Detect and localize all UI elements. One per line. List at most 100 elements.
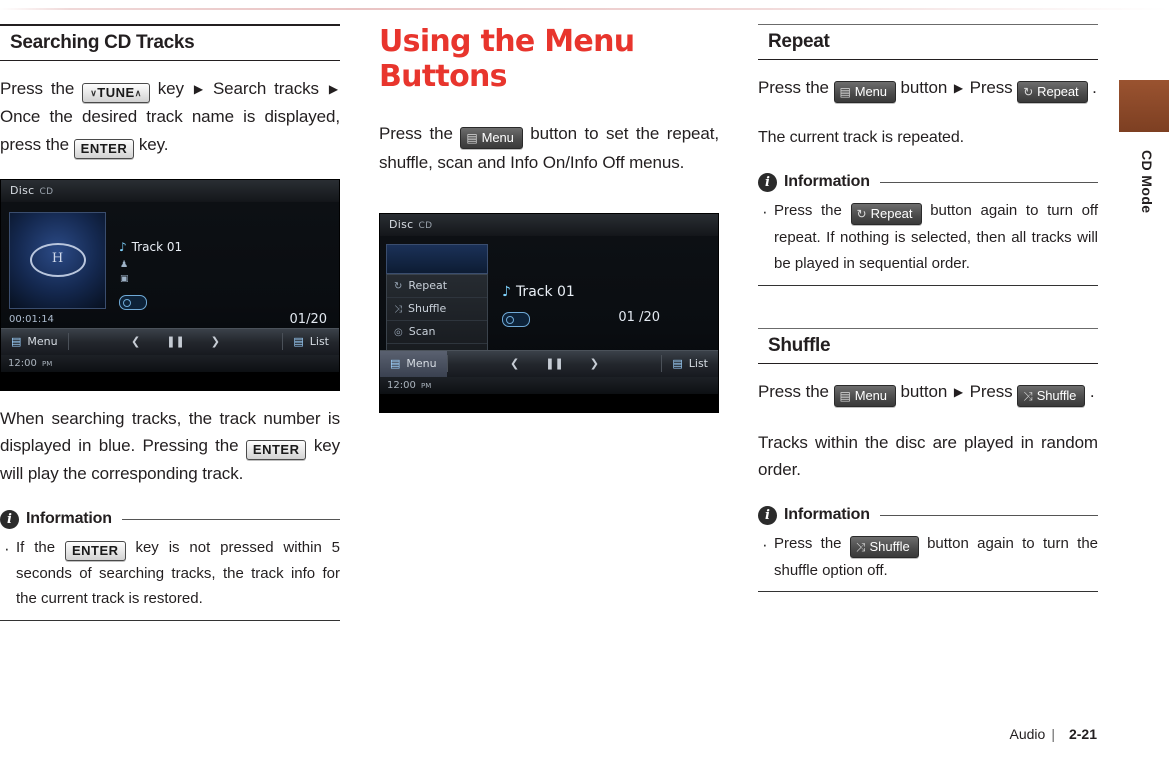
menu-item-label: Shuffle bbox=[408, 301, 447, 315]
text-search-tracks: Search tracks bbox=[212, 79, 319, 98]
information-bullets: If the ENTER key is not pressed within 5… bbox=[0, 534, 340, 613]
track-name: Track 01 bbox=[131, 239, 183, 254]
repeat-icon: ↻ bbox=[1023, 85, 1034, 99]
info-icon: i bbox=[758, 172, 777, 192]
tune-label: TUNE bbox=[97, 85, 135, 100]
paragraph-repeat-result: The current track is repeated. bbox=[758, 129, 964, 146]
shuffle-button-chip[interactable]: ⤨ Shuffle bbox=[1017, 384, 1086, 407]
menu-button-chip[interactable]: ▤ Menu bbox=[460, 127, 523, 149]
clock-time: 12:00 bbox=[8, 357, 37, 369]
screen-stage: ↻Repeat ⤨Shuffle ◎Scan ▯Info On ♪Track 0… bbox=[380, 235, 718, 394]
menu-glyph-icon: ▤ bbox=[839, 388, 851, 403]
clock-ampm: PM bbox=[421, 381, 432, 390]
page-footer: Audio | 2-21 bbox=[1010, 726, 1097, 742]
text-period: . bbox=[1092, 78, 1097, 97]
info-icon: i bbox=[0, 509, 19, 529]
album-art: H bbox=[9, 211, 106, 309]
list-button[interactable]: ▤ List bbox=[662, 351, 718, 377]
text-button: button bbox=[900, 78, 948, 97]
repeat-button-chip[interactable]: ↻ Repeat bbox=[850, 202, 922, 225]
track-name: Track 01 bbox=[515, 283, 575, 300]
now-playing-track: ♪ Track 01 bbox=[502, 284, 575, 300]
text-press-the: Press the bbox=[0, 79, 75, 98]
track-counter: 01/20 bbox=[289, 311, 327, 327]
manual-page: Searching CD Tracks Press the ∨TUNE∧ key… bbox=[0, 0, 1169, 758]
clock-ampm: PM bbox=[42, 359, 53, 368]
tune-key-chip[interactable]: ∨TUNE∧ bbox=[82, 83, 150, 103]
information-body: Press the ⤨Shuffle button again to turn … bbox=[758, 530, 1098, 593]
screen-control-bar: ▤ Menu ❮ ❚❚ ❯ ▤ List bbox=[380, 349, 718, 377]
music-note-icon: ♪ bbox=[502, 283, 511, 300]
menu-button-chip[interactable]: ▤ Menu bbox=[833, 81, 896, 103]
side-tab-label: CD Mode bbox=[1139, 150, 1155, 214]
menu-button-chip[interactable]: ▤ Menu bbox=[833, 384, 896, 407]
repeat-icon: ↻ bbox=[394, 280, 403, 292]
menu-button[interactable]: ▤ Menu bbox=[380, 350, 447, 377]
list-button[interactable]: ▤ List bbox=[283, 329, 339, 355]
list-button-label: List bbox=[688, 357, 708, 371]
next-track-icon[interactable]: ❯ bbox=[211, 335, 220, 348]
previous-track-icon[interactable]: ❮ bbox=[131, 335, 140, 348]
screen-stage: H ♪ Track 01 ♟ ▣ 00:01:14 01/20 ▤ Menu ❮… bbox=[1, 201, 339, 372]
menu-button[interactable]: ▤ Menu bbox=[1, 329, 68, 355]
arrow-icon: ▶ bbox=[953, 384, 963, 399]
text-press-the: Press the bbox=[758, 78, 829, 97]
text-press-the: Press the bbox=[774, 201, 842, 219]
menu-item-scan[interactable]: ◎ Scan bbox=[387, 321, 487, 344]
transport-controls: ❮ ❚❚ ❯ bbox=[448, 357, 662, 370]
cd-indicator-icon bbox=[502, 311, 530, 327]
menu-glyph-icon: ▤ bbox=[11, 335, 22, 349]
paragraph-repeat-steps: Press the ▤ Menu button ▶ Press ↻ Repeat . bbox=[758, 74, 1098, 103]
pause-icon[interactable]: ❚❚ bbox=[545, 357, 563, 370]
cd-indicator-icon bbox=[119, 294, 147, 310]
text-if-the: If the bbox=[16, 538, 56, 556]
information-rule bbox=[879, 514, 1098, 516]
previous-track-icon[interactable]: ❮ bbox=[510, 357, 519, 370]
screen-control-bar: ▤ Menu ❮ ❚❚ ❯ ▤ List bbox=[1, 327, 339, 355]
screen-title-sub: CD bbox=[418, 220, 433, 231]
shuffle-icon: ⤨ bbox=[855, 539, 866, 554]
column-repeat-shuffle: Repeat Press the ▤ Menu button ▶ Press ↻ R… bbox=[758, 24, 1098, 593]
footer-separator: | bbox=[1051, 726, 1055, 742]
track-counter: 01 /20 bbox=[618, 309, 660, 325]
footer-section: Audio bbox=[1009, 726, 1046, 742]
information-body: Press the ↻Repeat button again to turn o… bbox=[758, 197, 1098, 286]
shuffle-button-chip[interactable]: ⤨ Shuffle bbox=[849, 535, 919, 558]
enter-key-chip[interactable]: ENTER bbox=[73, 138, 135, 159]
repeat-chip-label: Repeat bbox=[870, 205, 913, 221]
list-item: If the ENTER key is not pressed within 5… bbox=[0, 534, 340, 613]
enter-key-chip[interactable]: ENTER bbox=[65, 540, 126, 561]
repeat-icon: ↻ bbox=[856, 206, 867, 221]
menu-item-label: Scan bbox=[408, 324, 436, 338]
menu-glyph-icon: ▤ bbox=[390, 357, 401, 371]
transport-controls: ❮ ❚❚ ❯ bbox=[69, 335, 283, 348]
pause-icon[interactable]: ❚❚ bbox=[166, 335, 184, 348]
paragraph-shuffle-result: Tracks within the disc are played in ran… bbox=[758, 432, 1098, 480]
repeat-button-chip[interactable]: ↻ Repeat bbox=[1017, 81, 1088, 103]
clock-time: 12:00 bbox=[387, 379, 416, 391]
text-period: . bbox=[1089, 381, 1095, 401]
screen-mock-menu-overlay: DiscCD ↻Repeat ⤨Shuffle ◎Scan ▯Info On ♪… bbox=[379, 212, 719, 413]
next-track-icon[interactable]: ❯ bbox=[590, 357, 599, 370]
text-press: Press bbox=[969, 78, 1013, 97]
arrow-icon: ▶ bbox=[193, 82, 203, 96]
list-glyph-icon: ▤ bbox=[293, 335, 304, 349]
text-once-displayed: Once the desired track name is displayed… bbox=[0, 107, 340, 154]
enter-key-chip[interactable]: ENTER bbox=[245, 440, 307, 461]
section-heading-searching-cd-tracks: Searching CD Tracks bbox=[0, 24, 340, 61]
menu-item-repeat[interactable]: ↻ Repeat bbox=[387, 275, 487, 298]
shuffle-chip-label: Shuffle bbox=[1036, 387, 1077, 403]
information-header: i Information bbox=[758, 505, 1098, 525]
information-label: Information bbox=[784, 506, 870, 524]
screen-titlebar: Disc CD bbox=[380, 213, 718, 236]
artist-icon: ♟ bbox=[120, 259, 129, 270]
section-heading-shuffle: Shuffle bbox=[758, 327, 1098, 364]
menu-chip-label: Menu bbox=[854, 387, 887, 403]
menu-item-shuffle[interactable]: ⤨ Shuffle bbox=[387, 298, 487, 321]
information-bullets: Press the ↻Repeat button again to turn o… bbox=[758, 197, 1098, 277]
shuffle-icon: ⤨ bbox=[394, 303, 402, 315]
screen-title: Disc bbox=[389, 217, 414, 231]
scan-icon: ◎ bbox=[394, 326, 403, 338]
menu-chip-label: Menu bbox=[854, 84, 887, 99]
menu-button-label: Menu bbox=[27, 335, 58, 349]
